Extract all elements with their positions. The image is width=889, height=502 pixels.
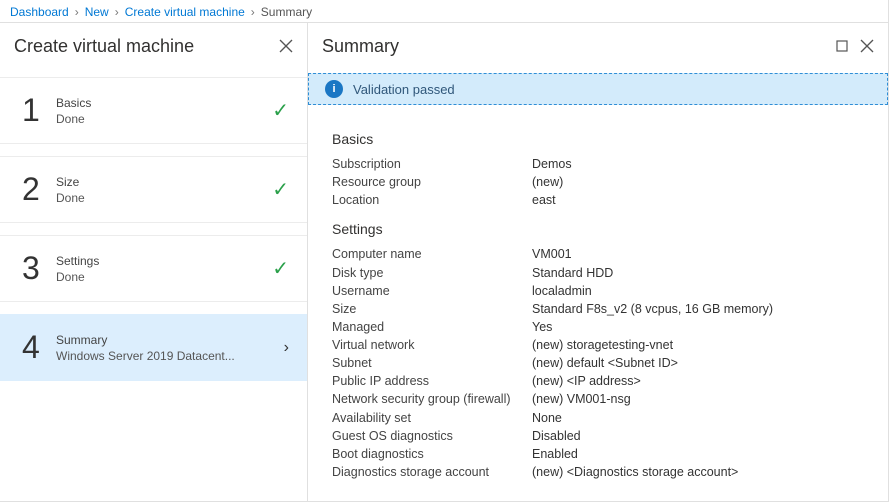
checkmark-icon: ✓ (272, 98, 289, 123)
breadcrumb-create-vm[interactable]: Create virtual machine (125, 5, 245, 19)
validation-banner: i Validation passed (308, 73, 888, 105)
chevron-right-icon: › (284, 339, 289, 357)
row-computer-name: Computer nameVM001 (332, 245, 864, 263)
step-status: Done (56, 270, 236, 284)
summary-panel: Summary i Validation passed Basics Subsc… (308, 22, 888, 501)
row-resource-group: Resource group(new) (332, 173, 864, 191)
summary-title: Summary (322, 36, 399, 57)
row-boot-diag: Boot diagnosticsEnabled (332, 445, 864, 463)
row-public-ip: Public IP address(new) <IP address> (332, 372, 864, 390)
close-icon[interactable] (279, 39, 293, 53)
step-number: 4 (22, 329, 56, 366)
row-managed: ManagedYes (332, 318, 864, 336)
step-label: Summary (56, 333, 284, 347)
breadcrumb-dashboard[interactable]: Dashboard (10, 5, 69, 19)
step-label: Settings (56, 254, 272, 268)
maximize-icon[interactable] (836, 40, 848, 52)
info-icon: i (325, 80, 343, 98)
row-size: SizeStandard F8s_v2 (8 vcpus, 16 GB memo… (332, 300, 864, 318)
breadcrumb: Dashboard › New › Create virtual machine… (0, 0, 888, 22)
step-summary[interactable]: 4 Summary Windows Server 2019 Datacent..… (0, 314, 307, 381)
row-diag-storage: Diagnostics storage account(new) <Diagno… (332, 463, 864, 481)
step-number: 3 (22, 250, 56, 287)
checkmark-icon: ✓ (272, 256, 289, 281)
step-basics[interactable]: 1 Basics Done ✓ (0, 77, 307, 144)
step-label: Basics (56, 96, 272, 110)
chevron-right-icon: › (251, 5, 255, 19)
step-status: Done (56, 191, 236, 205)
row-vnet: Virtual network(new) storagetesting-vnet (332, 336, 864, 354)
row-guest-diag: Guest OS diagnosticsDisabled (332, 427, 864, 445)
step-status: Windows Server 2019 Datacent... (56, 349, 236, 363)
validation-text: Validation passed (353, 82, 455, 97)
step-size[interactable]: 2 Size Done ✓ (0, 156, 307, 223)
breadcrumb-current: Summary (261, 5, 312, 19)
step-label: Size (56, 175, 272, 189)
row-subnet: Subnet(new) default <Subnet ID> (332, 354, 864, 372)
step-number: 1 (22, 92, 56, 129)
section-settings-title: Settings (332, 221, 864, 237)
row-subscription: SubscriptionDemos (332, 155, 864, 173)
wizard-panel: Create virtual machine 1 Basics Done ✓ 2… (0, 22, 308, 501)
row-avset: Availability setNone (332, 409, 864, 427)
checkmark-icon: ✓ (272, 177, 289, 202)
breadcrumb-new[interactable]: New (85, 5, 109, 19)
row-disk-type: Disk typeStandard HDD (332, 264, 864, 282)
wizard-title: Create virtual machine (14, 36, 194, 57)
chevron-right-icon: › (75, 5, 79, 19)
step-number: 2 (22, 171, 56, 208)
step-status: Done (56, 112, 236, 126)
chevron-right-icon: › (115, 5, 119, 19)
row-username: Usernamelocaladmin (332, 282, 864, 300)
close-icon[interactable] (860, 39, 874, 53)
section-basics-title: Basics (332, 131, 864, 147)
step-settings[interactable]: 3 Settings Done ✓ (0, 235, 307, 302)
row-nsg: Network security group (firewall)(new) V… (332, 390, 864, 408)
row-location: Locationeast (332, 191, 864, 209)
